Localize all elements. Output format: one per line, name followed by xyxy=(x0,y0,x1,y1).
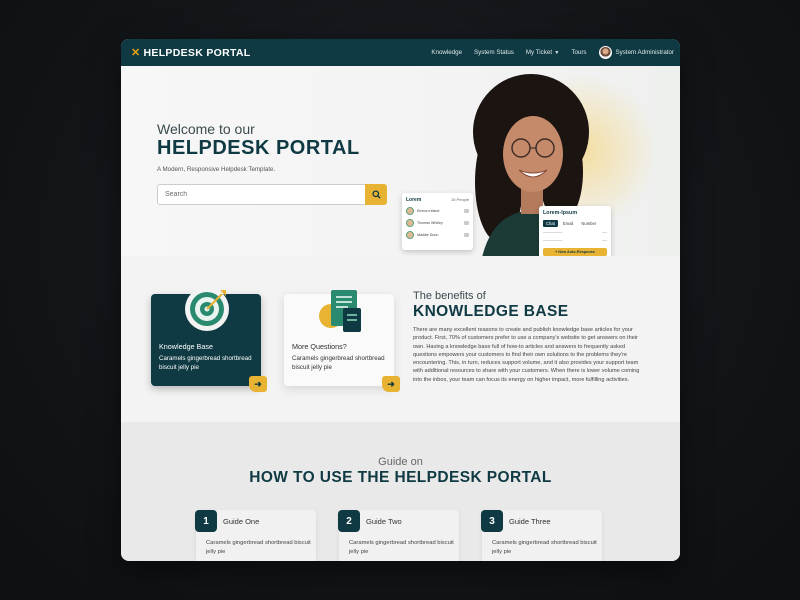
avatar xyxy=(406,207,414,215)
more-questions-card[interactable]: More Questions? Caramels gingerbread sho… xyxy=(284,290,400,392)
arrow-right-icon: ➜ xyxy=(387,378,395,389)
tab-chat: Chat xyxy=(543,220,558,227)
step-number: 3 xyxy=(481,510,503,532)
browser-frame: ✕ HELPDESK PORTAL Knowledge System Statu… xyxy=(121,39,680,561)
person-name: Maddie Dunn xyxy=(417,233,439,237)
step-title: Guide Two xyxy=(366,517,402,526)
list-item: Thomas Whitley xyxy=(406,219,469,227)
chat-card: Lorem-Ipsum Chat Email Number ──────── ──… xyxy=(539,206,611,256)
step-desc: Caramels gingerbread shortbread biscuit … xyxy=(206,540,311,555)
people-count: 15 People xyxy=(450,197,469,202)
placeholder-line: ── xyxy=(602,239,607,243)
step-number: 1 xyxy=(195,510,217,532)
placeholder-line: ── xyxy=(602,231,607,235)
placeholder-line: ──────── xyxy=(543,231,563,235)
chevron-down-icon: ▼ xyxy=(553,50,560,56)
chat-card-title: Lorem-Ipsum xyxy=(543,210,578,216)
logo[interactable]: ✕ HELPDESK PORTAL xyxy=(131,46,251,60)
arrow-right-icon: ➜ xyxy=(254,378,262,389)
person-name: Emma Ireland xyxy=(417,209,440,213)
feature-desc: Caramels gingerbread shortbread biscuit … xyxy=(159,355,252,371)
list-item: Maddie Dunn xyxy=(406,231,469,239)
placeholder-line: ──────── xyxy=(543,239,563,243)
logo-text: HELPDESK PORTAL xyxy=(143,46,251,59)
message-icon xyxy=(464,233,469,237)
tab-number: Number xyxy=(581,221,597,226)
nav-link-system-status[interactable]: System Status xyxy=(474,49,514,56)
hero-section: Welcome to our HELPDESK PORTAL A Modern,… xyxy=(121,66,680,256)
nav-link-knowledge[interactable]: Knowledge xyxy=(431,49,462,56)
knowledge-base-card[interactable]: Knowledge Base Caramels gingerbread shor… xyxy=(151,287,267,392)
step-title: Guide One xyxy=(223,517,260,526)
message-icon xyxy=(464,209,469,213)
nav-links: Knowledge System Status My Ticket ▼ Tour… xyxy=(431,46,674,59)
my-ticket-label: My Ticket xyxy=(525,49,553,56)
user-menu[interactable]: System Administrator xyxy=(598,46,674,59)
benefits-section: Knowledge Base Caramels gingerbread shor… xyxy=(121,256,680,422)
arrow-right-button[interactable]: ➜ xyxy=(382,376,400,392)
target-icon xyxy=(185,287,229,331)
nav-link-my-ticket[interactable]: My Ticket ▼ xyxy=(526,49,559,56)
chat-tabs: Chat Email Number xyxy=(543,220,607,227)
chat-row: ──────── ── xyxy=(543,239,607,243)
top-nav: ✕ HELPDESK PORTAL Knowledge System Statu… xyxy=(121,39,680,66)
tab-email: Email xyxy=(562,221,574,226)
benefits-body: There are many excellent reasons to crea… xyxy=(413,327,640,383)
guide-section: Guide on HOW TO USE THE HELPDESK PORTAL … xyxy=(121,422,680,561)
guide-title: HOW TO USE THE HELPDESK PORTAL xyxy=(249,469,552,486)
step-number: 2 xyxy=(338,510,360,532)
guide-card-two[interactable]: 2 Guide Two Caramels gingerbread shortbr… xyxy=(338,510,459,561)
guide-card-one[interactable]: 1 Guide One Caramels gingerbread shortbr… xyxy=(195,510,316,561)
new-auto-response-button: + New Auto-Response xyxy=(543,248,607,256)
message-icon xyxy=(464,221,469,225)
feature-desc: Caramels gingerbread shortbread biscuit … xyxy=(292,355,385,371)
step-title: Guide Three xyxy=(509,517,551,526)
nav-link-tours[interactable]: Tours xyxy=(571,49,586,56)
feature-title: Knowledge Base xyxy=(159,342,213,351)
avatar xyxy=(406,231,414,239)
guide-card-three[interactable]: 3 Guide Three Caramels gingerbread short… xyxy=(481,510,602,561)
search-button[interactable] xyxy=(365,184,387,205)
step-desc: Caramels gingerbread shortbread biscuit … xyxy=(349,540,454,555)
list-item: Emma Ireland xyxy=(406,207,469,215)
document-icon xyxy=(319,290,361,332)
people-card-title: Lorem xyxy=(406,197,422,203)
logo-icon: ✕ xyxy=(131,47,141,59)
benefits-title: KNOWLEDGE BASE xyxy=(413,303,569,320)
hero-tagline: A Modern, Responsive Helpdesk Template. xyxy=(157,166,276,173)
hero-welcome: Welcome to our xyxy=(157,121,255,137)
step-desc: Caramels gingerbread shortbread biscuit … xyxy=(492,540,597,555)
arrow-right-button[interactable]: ➜ xyxy=(249,376,267,392)
avatar xyxy=(406,219,414,227)
guide-pretitle: Guide on xyxy=(378,456,423,468)
person-name: Thomas Whitley xyxy=(417,221,443,225)
benefits-pretitle: The benefits of xyxy=(413,290,486,302)
chat-row: ──────── ── xyxy=(543,231,607,235)
search-icon xyxy=(371,190,381,199)
feature-title: More Questions? xyxy=(292,342,347,351)
user-name: System Administrator xyxy=(615,49,674,56)
search-bar xyxy=(157,184,387,205)
search-input[interactable] xyxy=(157,184,365,205)
hero-title: HELPDESK PORTAL xyxy=(157,137,360,159)
avatar xyxy=(598,46,612,59)
people-card: Lorem 15 People Emma Ireland Thomas Whit… xyxy=(402,193,473,250)
